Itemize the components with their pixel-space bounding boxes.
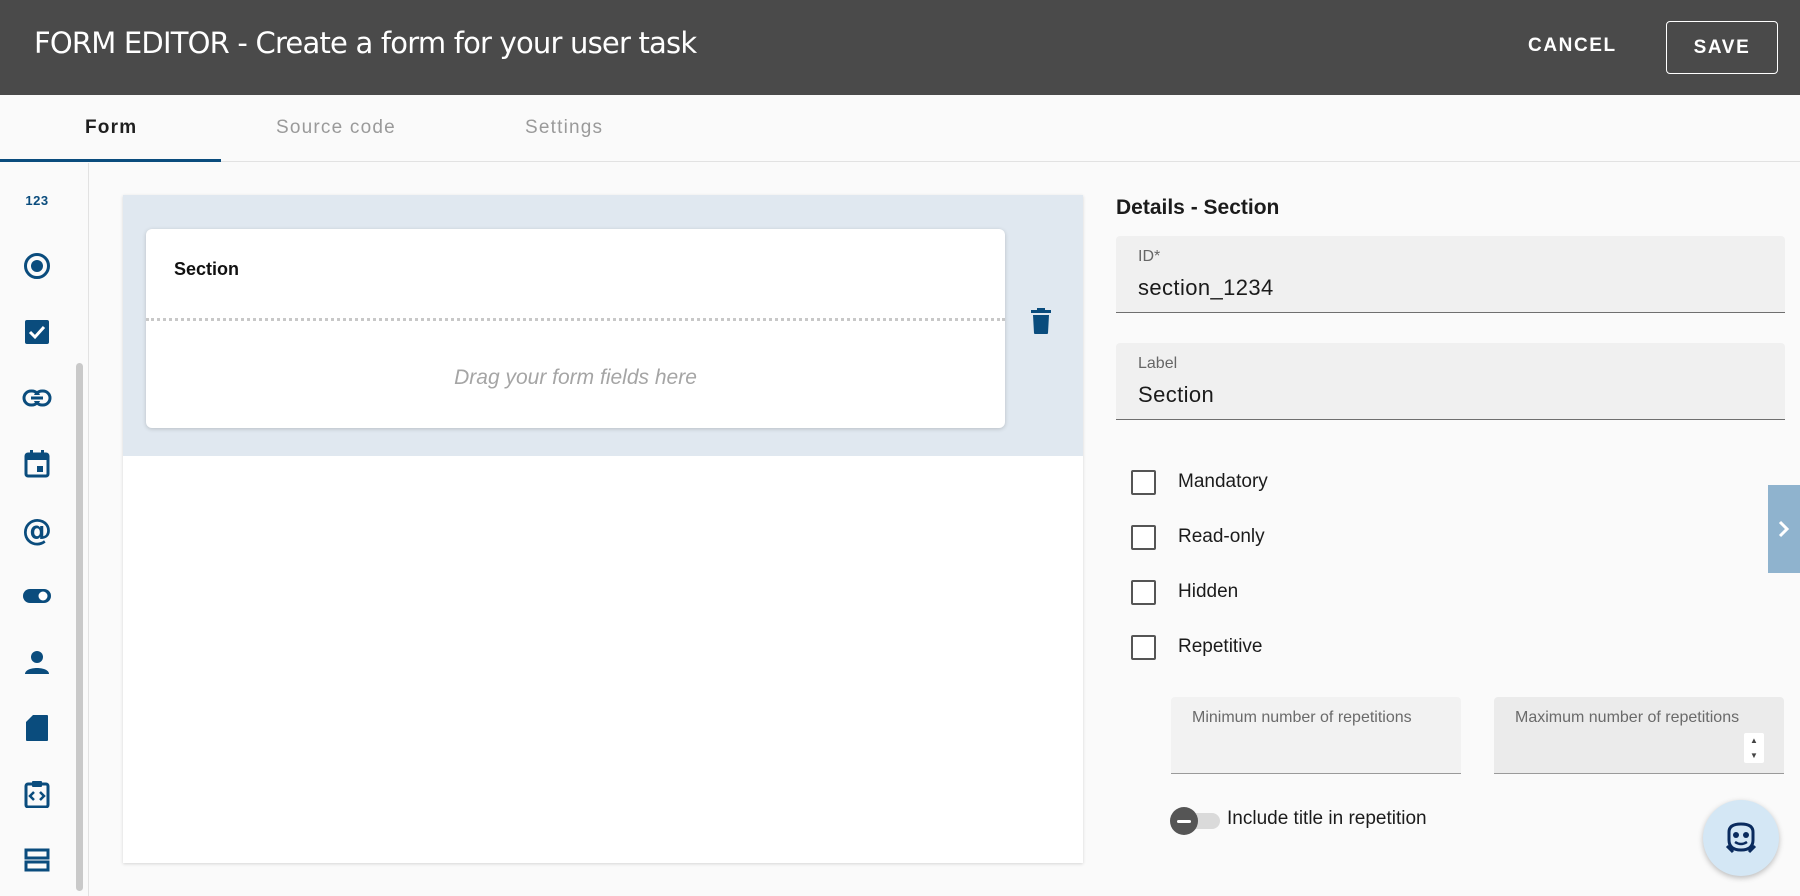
app-header: FORM EDITOR - Create a form for your use… [0,0,1800,95]
include-title-label: Include title in repetition [1227,808,1427,829]
radio-icon[interactable] [20,249,54,283]
spin-down-icon[interactable]: ▼ [1750,751,1758,760]
cancel-button[interactable]: CANCEL [1528,35,1617,57]
id-field-value[interactable]: section_1234 [1138,275,1274,301]
at-icon[interactable]: @ [20,513,54,548]
label-field-label: Label [1138,355,1178,372]
repetitive-label: Repetitive [1178,636,1263,657]
tab-settings[interactable]: Settings [525,117,603,139]
mandatory-checkbox[interactable]: Mandatory [1131,468,1268,496]
readonly-label: Read-only [1178,526,1265,547]
repetitive-checkbox[interactable]: Repetitive [1131,633,1263,661]
readonly-checkbox[interactable]: Read-only [1131,523,1265,551]
tab-bar: Form Source code Settings [0,95,1800,162]
min-repetitions-label: Minimum number of repetitions [1192,709,1412,726]
section-title: Section [174,259,240,279]
number-icon-glyph: 123 [25,192,49,208]
active-tab-indicator [0,159,221,162]
hidden-checkbox-box[interactable] [1131,579,1156,605]
section-divider [146,318,1005,321]
repetitive-checkbox-box[interactable] [1131,634,1156,660]
number-icon[interactable]: 123 [20,183,54,217]
details-title: Details - Section [1116,196,1280,219]
calendar-icon[interactable] [20,447,54,481]
file-icon[interactable] [20,711,54,745]
mandatory-checkbox-box[interactable] [1131,469,1156,495]
field-palette-sidebar: 123 @ [0,163,89,896]
include-title-toggle[interactable] [1170,806,1222,835]
drag-hint: Drag your form fields here [454,366,697,389]
sidebar-scrollbar[interactable] [76,363,83,891]
section-drop-zone[interactable]: Section Drag your form fields here [123,195,1083,456]
min-repetitions-field[interactable]: Minimum number of repetitions [1171,697,1461,774]
section-card[interactable]: Section Drag your form fields here [146,229,1005,428]
chevron-right-icon [1778,520,1790,538]
page-title: FORM EDITOR - Create a form for your use… [34,26,697,60]
robot-icon [1725,822,1757,854]
assistant-chat-button[interactable] [1703,800,1779,876]
hidden-label: Hidden [1178,581,1239,602]
id-field[interactable]: ID* section_1234 [1116,236,1785,313]
expand-panel-button[interactable] [1768,485,1800,573]
tab-form[interactable]: Form [85,117,137,139]
label-field[interactable]: Label Section [1116,343,1785,420]
delete-section-icon[interactable] [1031,308,1051,339]
link-icon[interactable] [20,381,54,415]
max-repetitions-field[interactable]: Maximum number of repetitions ▲ ▼ [1494,697,1784,774]
tab-source-code[interactable]: Source code [276,117,396,139]
max-repetitions-label: Maximum number of repetitions [1515,709,1740,726]
checkbox-icon[interactable] [20,315,54,349]
section-icon[interactable] [20,843,54,877]
spin-up-icon[interactable]: ▲ [1750,736,1758,745]
toggle-knob [1170,807,1198,835]
id-field-label: ID* [1138,248,1161,265]
code-clipboard-icon[interactable] [20,777,54,811]
label-field-value[interactable]: Section [1138,382,1214,408]
mandatory-label: Mandatory [1178,471,1268,492]
number-spinner[interactable]: ▲ ▼ [1744,733,1764,763]
person-icon[interactable] [20,645,54,679]
hidden-checkbox[interactable]: Hidden [1131,578,1238,606]
toggle-icon[interactable] [20,579,54,613]
readonly-checkbox-box[interactable] [1131,524,1156,550]
save-button[interactable]: SAVE [1666,21,1778,74]
form-canvas[interactable]: Section Drag your form fields here [123,195,1083,863]
